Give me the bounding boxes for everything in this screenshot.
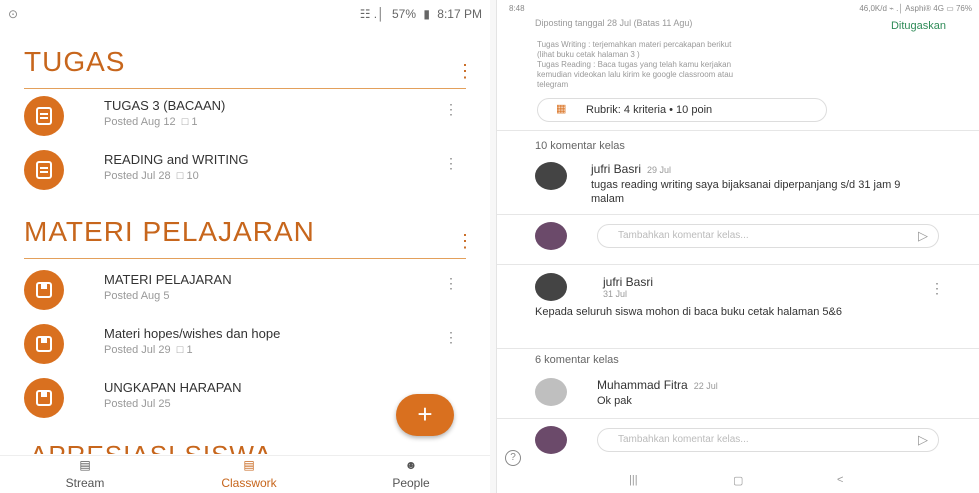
status-indicators: 46,0K/d ⌁ .│ Asphi® 4G ▭ 76% xyxy=(859,4,972,13)
item-title: MATERI PELAJARAN xyxy=(104,272,232,287)
item-meta: Posted Jul 25 xyxy=(104,398,171,410)
avatar xyxy=(535,273,567,301)
item-title: UNGKAPAN HARAPAN xyxy=(104,380,242,395)
classwork-screen: ⊙ ☷ .│ 57% ▮ 8:17 PM TUGAS ⋮ TUGAS 3 (BA… xyxy=(0,0,490,493)
send-icon[interactable]: ▷ xyxy=(918,432,928,448)
avatar xyxy=(535,426,567,454)
comment-input[interactable]: Tambahkan komentar kelas... ▷ xyxy=(597,224,939,248)
rubric-icon: ▦ xyxy=(556,103,567,115)
avatar xyxy=(535,222,567,250)
classwork-item[interactable]: READING and WRITING Posted Jul 28 □ 10 ⋮ xyxy=(24,142,466,196)
nav-classwork[interactable]: ▤ Classwork xyxy=(194,458,304,490)
comment-text: tugas reading writing saya bijaksanai di… xyxy=(591,179,901,205)
assignment-icon xyxy=(24,96,64,136)
clock: 8:48 xyxy=(509,4,525,13)
help-icon[interactable]: ? xyxy=(505,450,521,466)
assignment-detail-screen: 8:48 46,0K/d ⌁ .│ Asphi® 4G ▭ 76% Dipost… xyxy=(496,0,979,493)
section-title: TUGAS xyxy=(24,46,126,77)
item-menu-icon[interactable]: ⋮ xyxy=(444,156,458,170)
comment-placeholder: Tambahkan komentar kelas... xyxy=(618,230,749,241)
avatar xyxy=(535,162,567,190)
class-comment: jufri Basri 29 Jul tugas reading writing … xyxy=(535,160,960,210)
item-meta: Posted Jul 28 □ 10 xyxy=(104,170,199,182)
divider xyxy=(497,418,979,419)
nav-label: People xyxy=(392,476,430,490)
assigned-status: Ditugaskan xyxy=(890,20,946,32)
section-title: MATERI PELAJARAN xyxy=(24,216,315,247)
class-comments-count[interactable]: 10 komentar kelas xyxy=(535,140,625,152)
recents-button[interactable]: ||| xyxy=(629,474,638,486)
post-menu-icon[interactable]: ⋮ xyxy=(930,281,944,295)
status-bar: 8:48 46,0K/d ⌁ .│ Asphi® 4G ▭ 76% xyxy=(497,0,979,16)
post-author: jufri Basri xyxy=(603,275,654,289)
comment-icon: □ xyxy=(181,116,189,128)
back-button[interactable]: < xyxy=(837,474,843,486)
item-meta: Posted Aug 12 □ 1 xyxy=(104,116,198,128)
item-menu-icon[interactable]: ⋮ xyxy=(444,330,458,344)
section-header-materi: MATERI PELAJARAN ⋮ xyxy=(24,210,474,259)
battery-icon: ▮ xyxy=(423,7,430,21)
section-header-tugas: TUGAS ⋮ xyxy=(24,40,474,89)
item-title: Materi hopes/wishes dan hope xyxy=(104,326,281,341)
status-left-icon: ⊙ xyxy=(8,7,19,21)
item-title: TUGAS 3 (BACAAN) xyxy=(104,98,226,113)
classwork-item[interactable]: Materi hopes/wishes dan hope Posted Jul … xyxy=(24,316,466,370)
comment-input[interactable]: Tambahkan komentar kelas... ▷ xyxy=(597,428,939,452)
comment-author: jufri Basri 29 Jul xyxy=(591,162,672,176)
home-button[interactable]: ▢ xyxy=(733,474,743,487)
material-icon xyxy=(24,324,64,364)
due-date: Diposting tanggal 28 Jul (Batas 11 Agu) xyxy=(535,18,693,28)
material-icon xyxy=(24,378,64,418)
comment-icon: □ xyxy=(176,344,184,356)
divider xyxy=(497,214,979,215)
item-meta: Posted Jul 29 □ 1 xyxy=(104,344,193,356)
divider xyxy=(497,348,979,349)
section-menu-icon[interactable]: ⋮ xyxy=(456,232,474,250)
add-button[interactable]: + xyxy=(396,394,454,436)
material-icon xyxy=(24,270,64,310)
rubric-label: Rubrik: 4 kriteria • 10 poin xyxy=(586,104,713,116)
divider xyxy=(497,130,979,131)
comment-text: Ok pak xyxy=(597,395,632,407)
assignment-header: Diposting tanggal 28 Jul (Batas 11 Agu) … xyxy=(535,18,968,32)
post-date: 31 Jul xyxy=(603,289,628,299)
nav-label: Stream xyxy=(65,476,105,490)
nav-stream[interactable]: ▤ Stream xyxy=(30,458,140,490)
status-bar: ⊙ ☷ .│ 57% ▮ 8:17 PM xyxy=(0,0,490,28)
nav-label: Classwork xyxy=(221,476,277,490)
item-title: READING and WRITING xyxy=(104,152,249,167)
stream-post: jufri Basri 31 Jul ⋮ Kepada seluruh sisw… xyxy=(497,264,979,347)
bottom-navigation: ▤ Stream ▤ Classwork ☻ People xyxy=(0,455,490,493)
clock: 8:17 PM xyxy=(437,7,482,21)
assignment-description: Tugas Writing : terjemahkan materi perca… xyxy=(537,40,734,89)
assignment-icon xyxy=(24,150,64,190)
send-icon[interactable]: ▷ xyxy=(918,228,928,244)
avatar xyxy=(535,378,567,406)
nav-people[interactable]: ☻ People xyxy=(356,458,466,490)
people-icon: ☻ xyxy=(404,458,418,472)
system-navigation: ||| ▢ < xyxy=(497,468,979,493)
section-menu-icon[interactable]: ⋮ xyxy=(456,62,474,80)
rubric-chip[interactable]: ▦ Rubrik: 4 kriteria • 10 poin xyxy=(537,98,827,122)
class-comment: Muhammad Fitra 22 Jul Ok pak xyxy=(535,374,960,414)
post-text: Kepada seluruh siswa mohon di baca buku … xyxy=(535,306,842,318)
comment-placeholder: Tambahkan komentar kelas... xyxy=(618,434,749,445)
comment-icon: □ xyxy=(176,170,184,182)
section-title-partial: APRESIASI SISWA xyxy=(30,440,272,454)
item-menu-icon[interactable]: ⋮ xyxy=(444,102,458,116)
item-menu-icon[interactable]: ⋮ xyxy=(444,276,458,290)
comment-author: Muhammad Fitra 22 Jul xyxy=(597,378,718,392)
signal-icon: ☷ .│ xyxy=(359,7,385,21)
battery-level: 57% xyxy=(391,7,416,21)
classwork-item[interactable]: TUGAS 3 (BACAAN) Posted Aug 12 □ 1 ⋮ xyxy=(24,88,466,142)
status-right: ☷ .│ 57% ▮ 8:17 PM xyxy=(356,7,482,21)
classwork-item[interactable]: MATERI PELAJARAN Posted Aug 5 ⋮ xyxy=(24,262,466,316)
stream-icon: ▤ xyxy=(79,458,91,472)
item-meta: Posted Aug 5 xyxy=(104,290,170,302)
class-comments-count[interactable]: 6 komentar kelas xyxy=(535,354,619,366)
classwork-icon: ▤ xyxy=(243,458,255,472)
